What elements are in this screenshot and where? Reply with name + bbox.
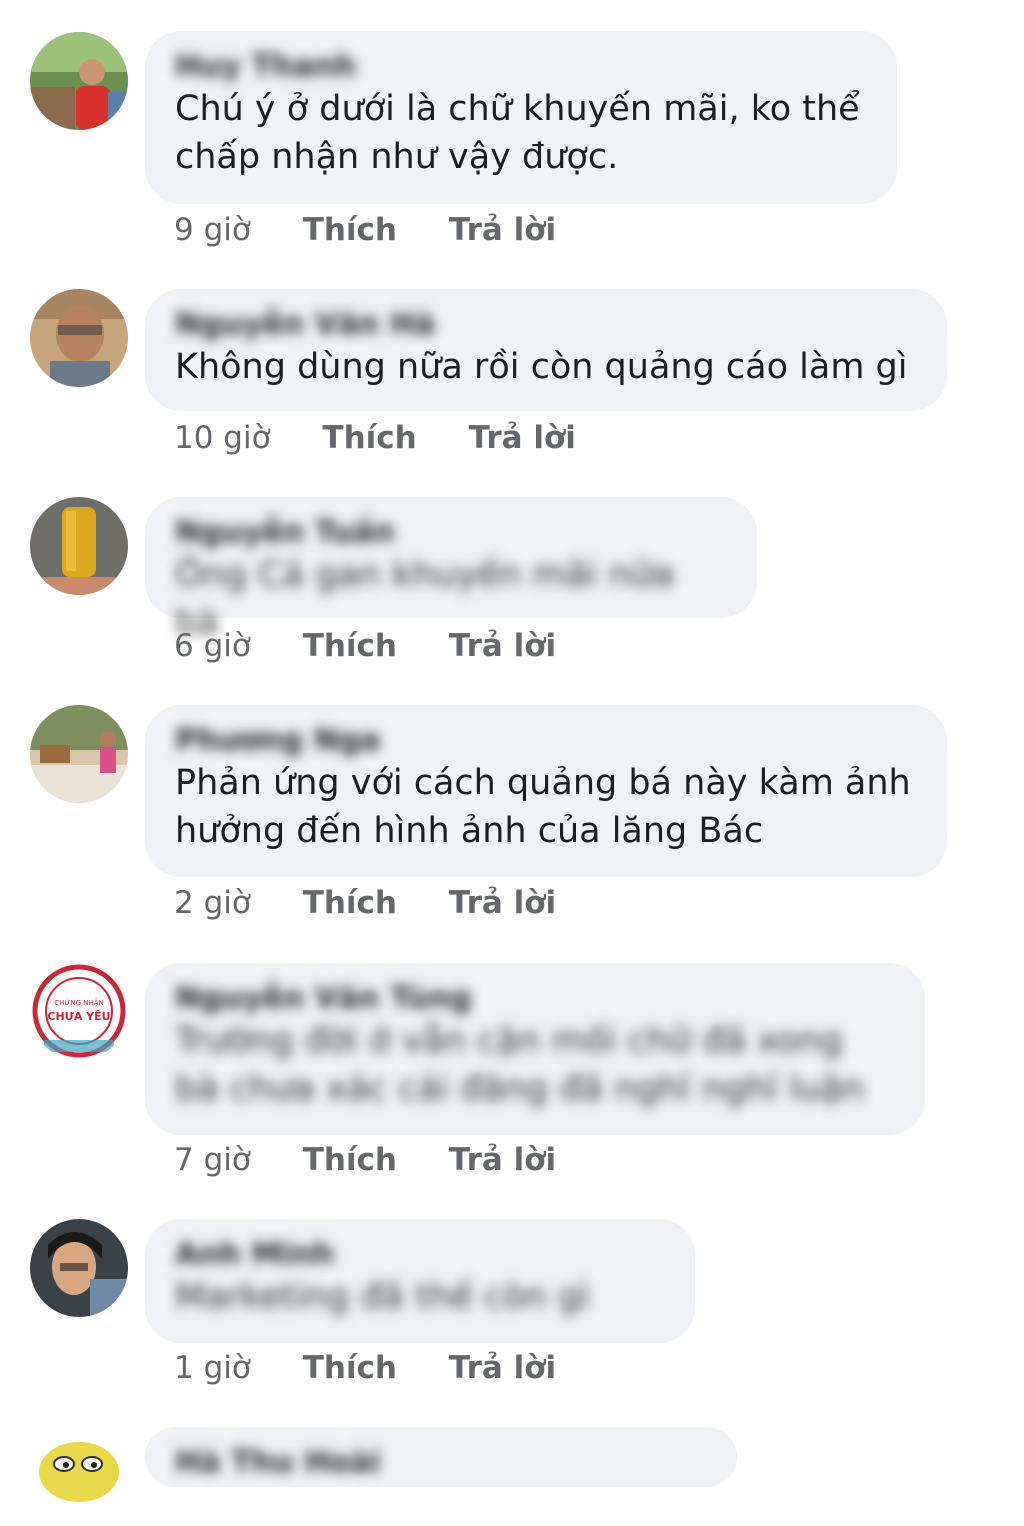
comment-bubble: Anh Minh Marketing đã thế còn gì <box>145 1219 695 1343</box>
svg-text:CHƯA YÊU: CHƯA YÊU <box>47 1010 110 1023</box>
comment-actions: 9 giờ Thích Trả lời <box>174 210 556 250</box>
like-button[interactable]: Thích <box>303 1348 397 1388</box>
comment-text: Phản ứng với cách quảng bá này kàm ảnh h… <box>175 763 911 851</box>
avatar[interactable] <box>30 497 128 595</box>
avatar-photo-icon <box>30 289 128 387</box>
comment-bubble: Nguyễn Văn Tùng Trường đời ở vẫn cặn mối… <box>145 963 925 1135</box>
avatar[interactable] <box>30 705 128 803</box>
comment-actions: 2 giờ Thích Trả lời <box>174 883 556 923</box>
svg-text:CHỨNG NHẬN: CHỨNG NHẬN <box>54 998 104 1007</box>
like-button[interactable]: Thích <box>303 1140 397 1180</box>
comment-bubble: Nguyễn Tuấn Ông Cả gan khuyến mãi nữa bà <box>145 497 757 643</box>
like-button[interactable]: Thích <box>303 210 397 250</box>
comment-bubble: Hà Thu Hoài <box>145 1427 737 1487</box>
comment-author-name[interactable]: Hà Thu Hoài <box>175 1445 707 1481</box>
comment-timestamp[interactable]: 6 giờ <box>174 626 251 666</box>
comment-text: Không dùng nữa rồi còn quảng cáo làm gì <box>175 347 908 387</box>
reply-button[interactable]: Trả lời <box>449 1348 556 1388</box>
like-button[interactable]: Thích <box>303 883 397 923</box>
avatar[interactable]: CHỨNG NHẬN CHƯA YÊU <box>30 962 128 1060</box>
like-button[interactable]: Thích <box>303 626 397 666</box>
comment-author-name[interactable]: Phương Nga <box>175 723 917 759</box>
comment-actions: 7 giờ Thích Trả lời <box>174 1140 556 1180</box>
avatar[interactable] <box>30 1428 128 1526</box>
comment-author-name[interactable]: Anh Minh <box>175 1237 665 1273</box>
comment-timestamp[interactable]: 9 giờ <box>174 210 251 250</box>
comment-actions: 6 giờ Thích Trả lời <box>174 626 556 666</box>
reply-button[interactable]: Trả lời <box>449 626 556 666</box>
reply-button[interactable]: Trả lời <box>449 210 556 250</box>
comment-text: Marketing đã thế còn gì <box>175 1277 590 1317</box>
comment-text: Trường đời ở vẫn cặn mối chữ đã xong bà … <box>175 1021 865 1109</box>
avatar-photo-icon <box>30 1219 128 1317</box>
like-button[interactable]: Thích <box>322 418 416 458</box>
comment-text: Chú ý ở dưới là chữ khuyến mãi, ko thể c… <box>175 89 860 177</box>
comment-timestamp[interactable]: 1 giờ <box>174 1348 251 1388</box>
comment-actions: 10 giờ Thích Trả lời <box>174 418 576 458</box>
comment-timestamp[interactable]: 10 giờ <box>174 418 271 458</box>
comment-actions: 1 giờ Thích Trả lời <box>174 1348 556 1388</box>
comment-timestamp[interactable]: 2 giờ <box>174 883 251 923</box>
reply-button[interactable]: Trả lời <box>469 418 576 458</box>
avatar-photo-icon <box>30 497 128 595</box>
avatar[interactable] <box>30 1219 128 1317</box>
pepe-avatar-icon <box>30 1428 128 1526</box>
comment-bubble: Nguyễn Văn Hà Không dùng nữa rồi còn quả… <box>145 289 947 411</box>
avatar-photo-icon <box>30 32 128 130</box>
comment-author-name[interactable]: Nguyễn Văn Tùng <box>175 981 895 1017</box>
comment-bubble: Phương Nga Phản ứng với cách quảng bá nà… <box>145 705 947 877</box>
reply-button[interactable]: Trả lời <box>449 883 556 923</box>
reply-button[interactable]: Trả lời <box>449 1140 556 1180</box>
avatar[interactable] <box>30 289 128 387</box>
comment-author-name[interactable]: Huy Thanh <box>175 49 867 85</box>
avatar-photo-icon <box>30 705 128 803</box>
comment-author-name[interactable]: Nguyễn Tuấn <box>175 515 727 551</box>
comment-bubble: Huy Thanh Chú ý ở dưới là chữ khuyến mãi… <box>145 31 897 204</box>
avatar[interactable] <box>30 32 128 130</box>
comment-timestamp[interactable]: 7 giờ <box>174 1140 251 1180</box>
comment-author-name[interactable]: Nguyễn Văn Hà <box>175 307 917 343</box>
badge-avatar-icon: CHỨNG NHẬN CHƯA YÊU <box>30 962 128 1060</box>
